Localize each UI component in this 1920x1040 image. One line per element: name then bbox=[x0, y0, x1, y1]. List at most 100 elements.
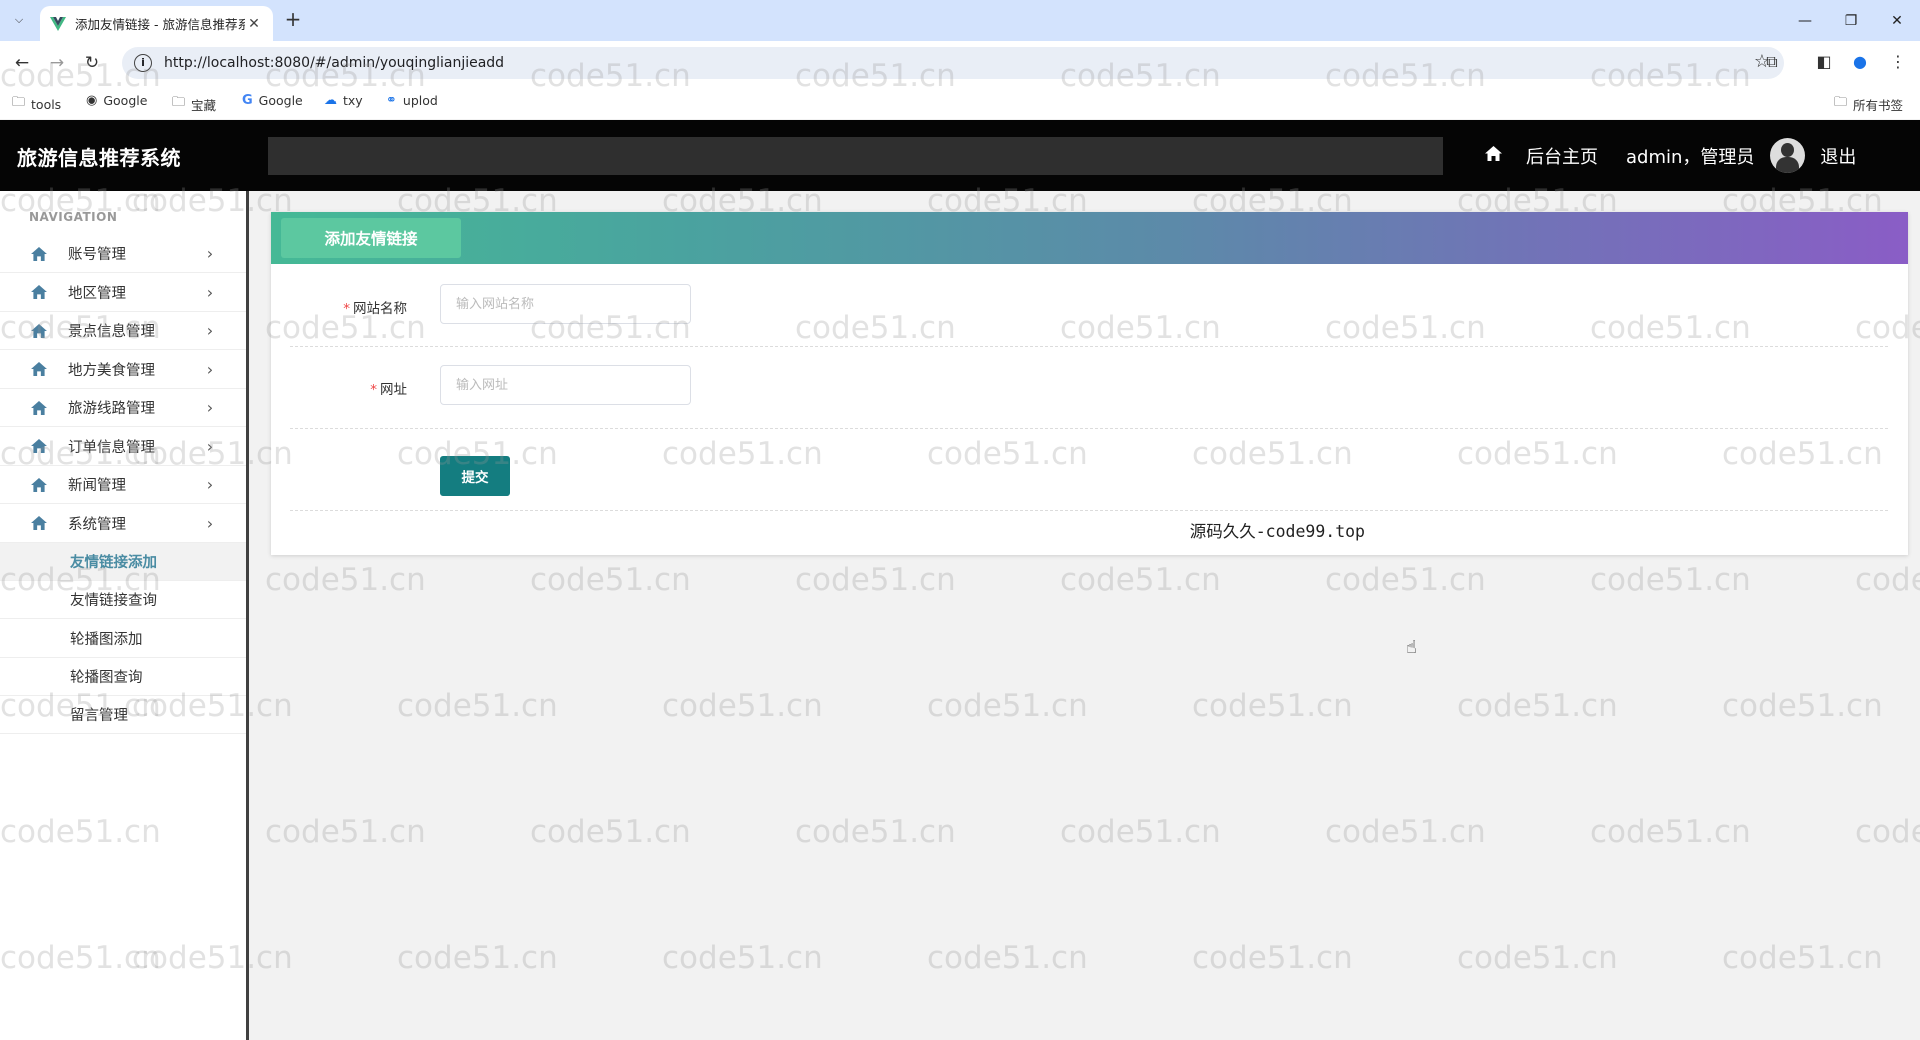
sidebar-item[interactable]: 景点信息管理 › bbox=[0, 312, 246, 350]
sidebar-item[interactable]: 新闻管理 › bbox=[0, 466, 246, 504]
bookmarks-bar: 🗀 tools ◉ Google 🗀 宝藏 G Google ☁ txy ⚭ uplod 🗀… bbox=[0, 85, 1920, 119]
minimize-icon[interactable]: — bbox=[1782, 0, 1828, 41]
site-name-label: * 网站名称 bbox=[343, 301, 407, 317]
bookmark-treasure[interactable]: 🗀 宝藏 bbox=[172, 93, 216, 115]
menu-icon[interactable]: ⋮ bbox=[1886, 52, 1910, 74]
site-name-input[interactable] bbox=[440, 284, 691, 324]
sidebar-subitem[interactable]: 留言管理 bbox=[0, 696, 246, 735]
sidepanel-icon[interactable]: ◧ bbox=[1812, 52, 1836, 74]
sidebar-subitem[interactable]: 友情链接查询 bbox=[0, 581, 246, 620]
all-bookmarks[interactable]: 🗀 所有书签 bbox=[1834, 93, 1903, 115]
sidebar-item[interactable]: 旅游线路管理 › bbox=[0, 389, 246, 427]
watermark-text: code51.cn bbox=[1590, 562, 1751, 598]
browser-tab-bar: ⌵ 添加友情链接 - 旅游信息推荐系 ✕ + — ❐ ✕ bbox=[0, 0, 1920, 41]
sidebar-item-label: 景点信息管理 bbox=[68, 324, 155, 340]
sidebar-item[interactable]: 系统管理 › bbox=[0, 505, 246, 543]
globe-icon: ◉ bbox=[86, 93, 98, 108]
url-label: * 网址 bbox=[370, 382, 407, 398]
url-field[interactable]: i http://localhost:8080/#/admin/youqingl… bbox=[122, 47, 1784, 79]
mouse-pointer-icon: ☝ bbox=[1406, 637, 1417, 658]
bookmark-google-2[interactable]: G Google bbox=[242, 93, 303, 108]
chevron-right-icon: › bbox=[206, 359, 214, 379]
brand-title: 旅游信息推荐系统 bbox=[17, 146, 181, 170]
admin-home-link[interactable]: 后台主页 bbox=[1526, 143, 1598, 169]
sidebar-subitem[interactable]: 轮播图查询 bbox=[0, 658, 246, 696]
home-icon bbox=[29, 400, 49, 415]
window-close-icon[interactable]: ✕ bbox=[1874, 0, 1920, 41]
chevron-right-icon: › bbox=[206, 436, 214, 456]
profile-icon[interactable]: ● bbox=[1848, 52, 1872, 74]
watermark-text: code51.cn bbox=[927, 940, 1088, 976]
address-bar: ← → ↻ i http://localhost:8080/#/admin/yo… bbox=[0, 41, 1920, 85]
sidebar-subitem[interactable]: 轮播图添加 bbox=[0, 620, 246, 658]
sidebar-subitem-label: 轮播图添加 bbox=[70, 631, 143, 648]
bookmark-uplod[interactable]: ⚭ uplod bbox=[386, 93, 438, 108]
sidebar-subitem[interactable]: 友情链接添加 bbox=[0, 543, 246, 581]
extensions-icon[interactable]: ⧉ bbox=[1760, 52, 1784, 74]
watermark-text: code51.cn bbox=[662, 688, 823, 724]
home-icon bbox=[29, 477, 49, 492]
watermark-text: code51.cn bbox=[397, 688, 558, 724]
watermark-text: code51.cn bbox=[397, 940, 558, 976]
site-info-icon[interactable]: i bbox=[134, 54, 152, 72]
watermark-text: code51.cn bbox=[1590, 814, 1751, 850]
home-icon bbox=[29, 285, 49, 299]
sidebar-item[interactable]: 账号管理 › bbox=[0, 235, 246, 273]
watermark-text: code51.cn bbox=[530, 562, 691, 598]
watermark-text: code51.cn bbox=[265, 814, 426, 850]
chevron-right-icon: › bbox=[206, 282, 214, 302]
tab-close-icon[interactable]: ✕ bbox=[245, 16, 263, 32]
forward-icon[interactable]: → bbox=[45, 51, 69, 75]
watermark-text: code51.cn bbox=[1722, 940, 1883, 976]
vue-favicon-icon bbox=[50, 16, 66, 32]
folder-icon: 🗀 bbox=[1834, 95, 1848, 110]
home-icon bbox=[29, 439, 49, 453]
tab-title: 添加友情链接 - 旅游信息推荐系 bbox=[75, 17, 245, 32]
url-text: http://localhost:8080/#/admin/youqinglia… bbox=[164, 55, 505, 71]
browser-tab[interactable]: 添加友情链接 - 旅游信息推荐系 ✕ bbox=[40, 6, 273, 41]
chevron-right-icon: › bbox=[206, 321, 214, 340]
header-search-bar[interactable] bbox=[268, 137, 1443, 175]
avatar[interactable] bbox=[1770, 138, 1806, 173]
watermark-text: code51.cn bbox=[795, 562, 956, 598]
logout-link[interactable]: 退出 bbox=[1820, 143, 1856, 169]
sidebar-item[interactable]: 地区管理 › bbox=[0, 274, 246, 312]
bookmark-tools[interactable]: 🗀 tools bbox=[12, 93, 61, 115]
url-input[interactable] bbox=[440, 365, 691, 405]
sidebar-subitem-label: 留言管理 bbox=[70, 708, 128, 725]
sidebar-item[interactable]: 订单信息管理 › bbox=[0, 428, 246, 466]
card-header: 添加友情链接 bbox=[271, 212, 1908, 264]
bookmark-google[interactable]: ◉ Google bbox=[86, 93, 147, 108]
chevron-right-icon: › bbox=[206, 513, 214, 533]
form-row-site-name: * 网站名称 bbox=[290, 264, 1888, 347]
watermark-text: code51.cn bbox=[1192, 940, 1353, 976]
home-icon bbox=[29, 516, 49, 530]
google-icon: G bbox=[242, 93, 253, 108]
watermark-text: code51.cn bbox=[1855, 814, 1920, 850]
sidebar-item[interactable]: 地方美食管理 › bbox=[0, 351, 246, 389]
sidebar-item-label: 地区管理 bbox=[68, 285, 126, 302]
home-icon bbox=[29, 362, 49, 376]
sidebar-item-label: 旅游线路管理 bbox=[68, 401, 155, 417]
new-tab-icon[interactable]: + bbox=[281, 8, 305, 32]
home-icon[interactable] bbox=[1485, 145, 1502, 166]
sidebar-item-label: 地方美食管理 bbox=[68, 362, 155, 379]
watermark-text: code51.cn bbox=[1457, 940, 1618, 976]
watermark-text: code51.cn bbox=[1722, 688, 1883, 724]
sidebar-subitem-label: 轮播图查询 bbox=[70, 669, 143, 686]
watermark-text: code51.cn bbox=[1457, 688, 1618, 724]
bookmark-txy[interactable]: ☁ txy bbox=[324, 93, 363, 108]
back-icon[interactable]: ← bbox=[10, 51, 34, 75]
tab-search-icon[interactable]: ⌵ bbox=[8, 9, 30, 31]
submit-button[interactable]: 提交 bbox=[440, 456, 510, 496]
watermark-text: code51.cn bbox=[265, 562, 426, 598]
watermark-text: code51.cn bbox=[927, 688, 1088, 724]
reload-icon[interactable]: ↻ bbox=[80, 51, 104, 75]
folder-icon: 🗀 bbox=[12, 95, 26, 110]
form-card: 添加友情链接 *网站名称 *网址 提交 源码久久-code99.top bbox=[271, 212, 1908, 555]
chevron-right-icon: › bbox=[206, 475, 214, 494]
restore-icon[interactable]: ❐ bbox=[1828, 0, 1874, 41]
sidebar-item-label: 新闻管理 bbox=[68, 478, 126, 494]
watermark-text: code51.cn bbox=[1060, 814, 1221, 850]
app-header: 旅游信息推荐系统 后台主页 admin，管理员 退出 bbox=[0, 120, 1920, 191]
